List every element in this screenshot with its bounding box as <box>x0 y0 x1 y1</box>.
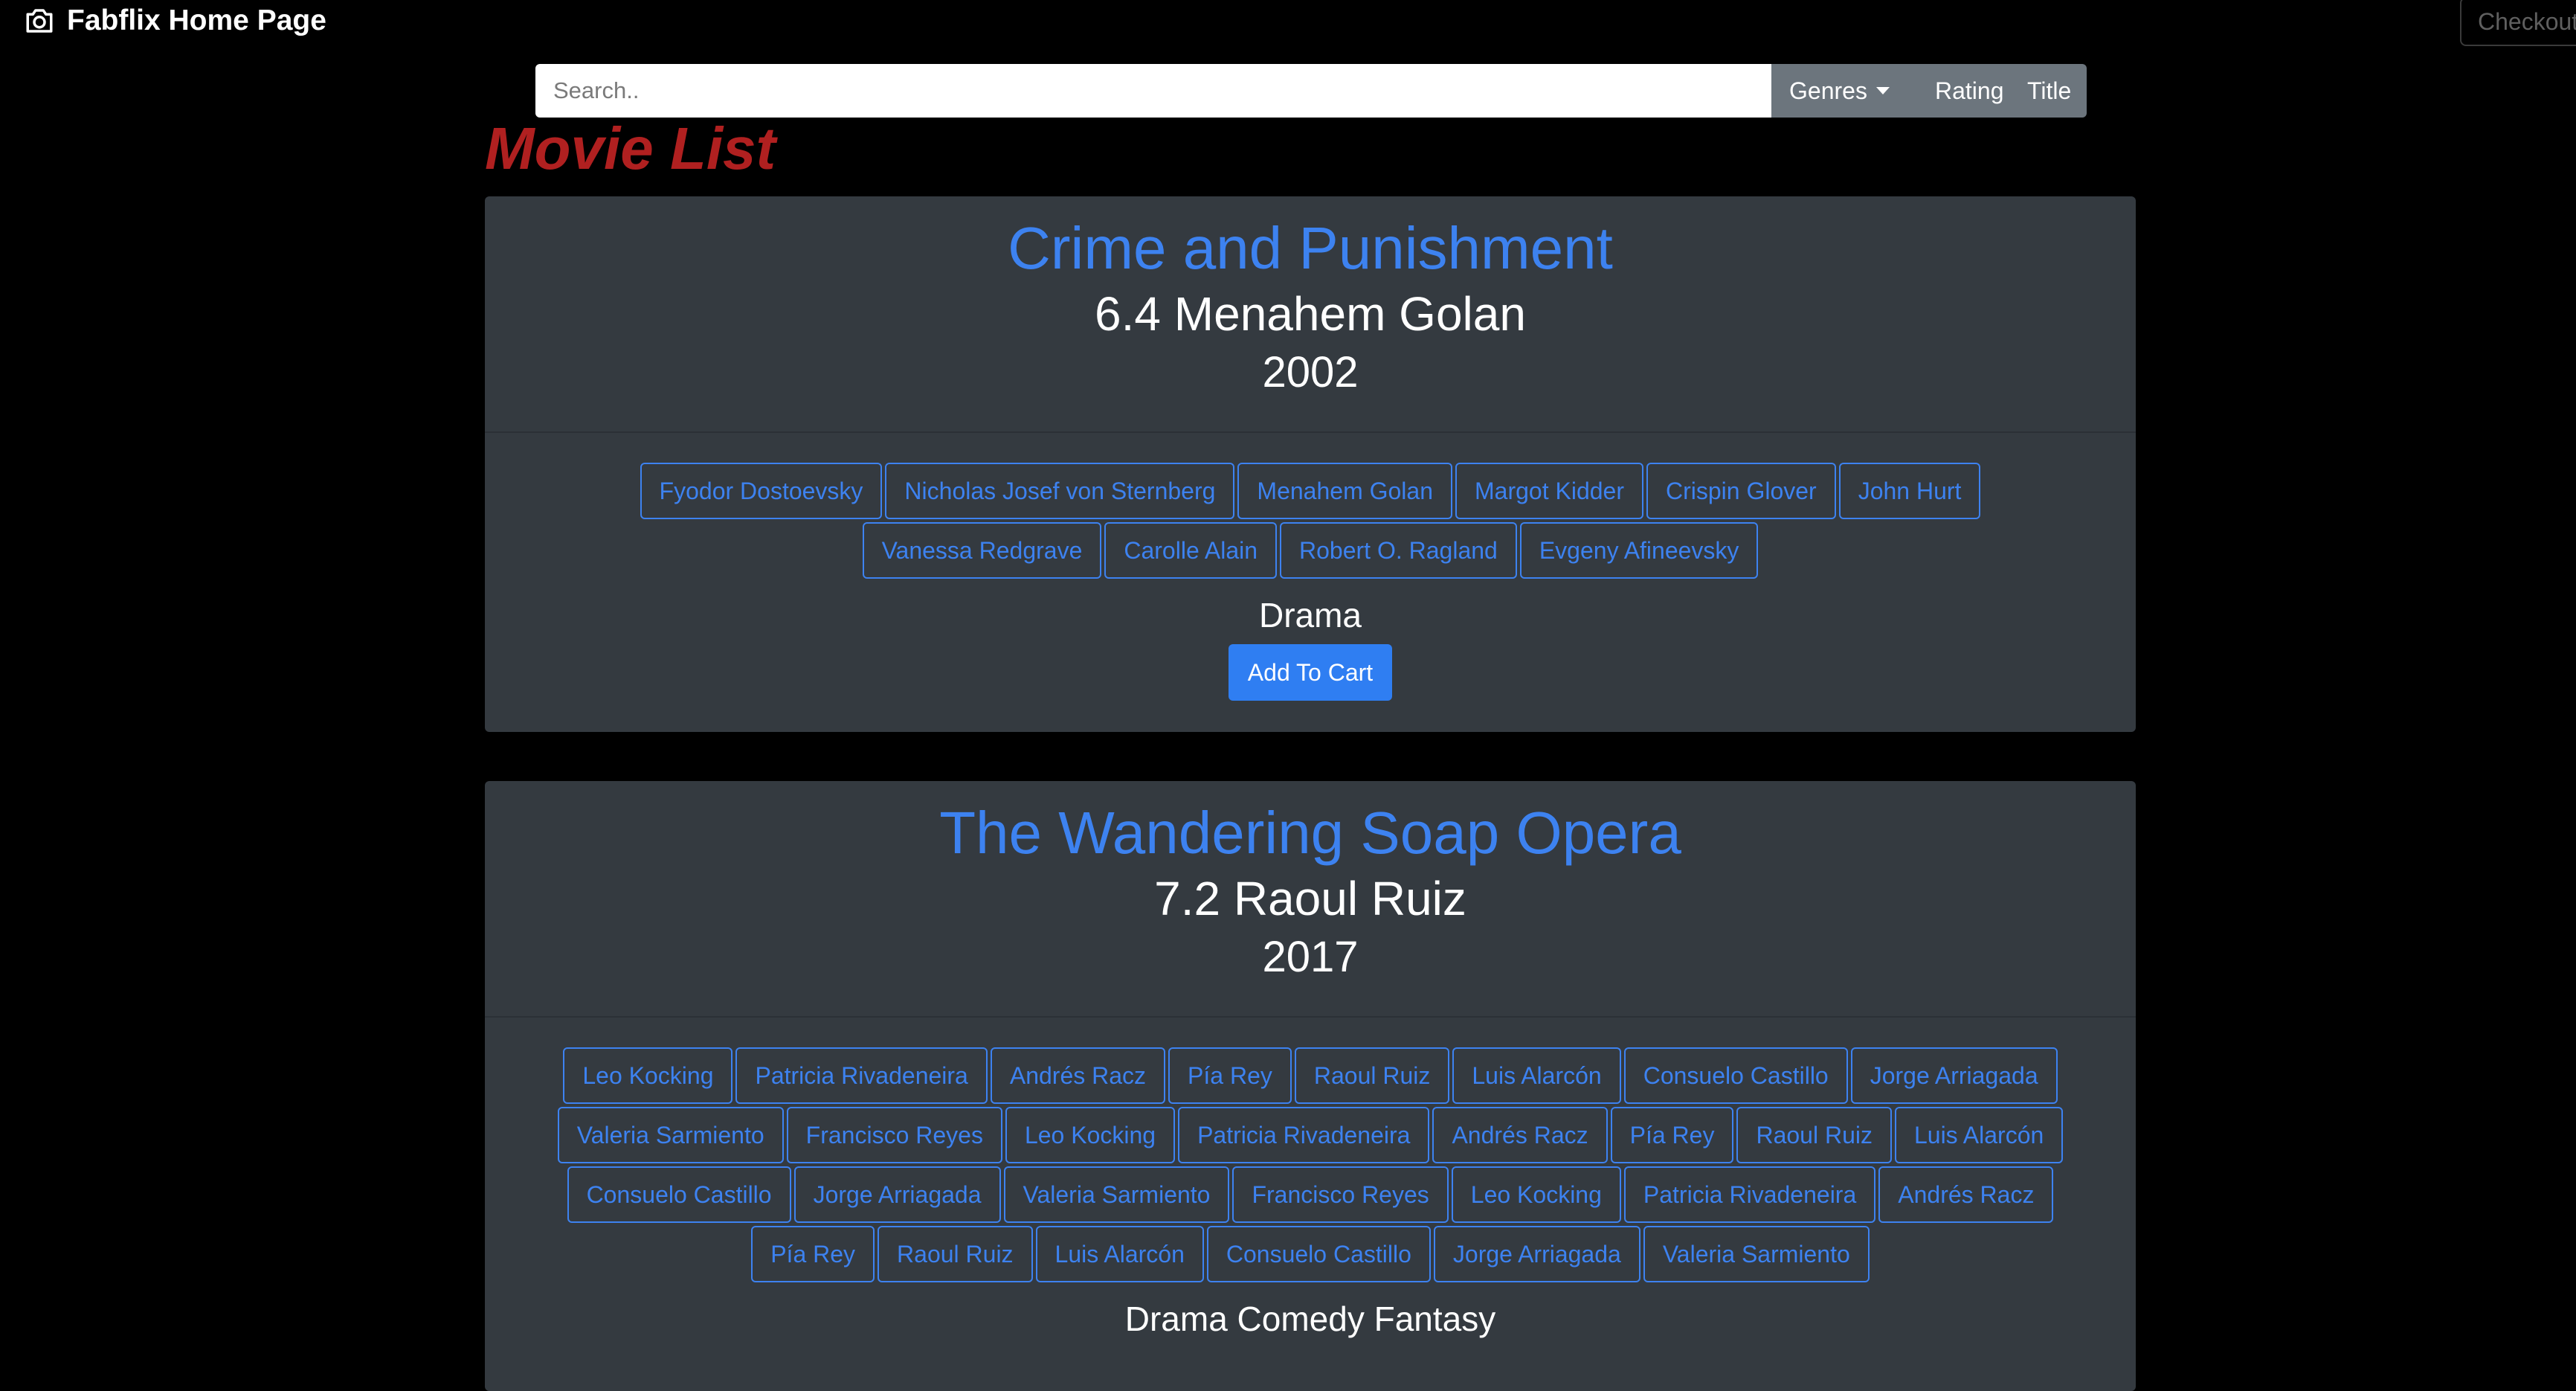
movie-year: 2002 <box>1262 348 1359 396</box>
star-button[interactable]: Nicholas Josef von Sternberg <box>885 463 1235 519</box>
star-button[interactable]: Valeria Sarmiento <box>557 1107 784 1163</box>
star-button[interactable]: Valeria Sarmiento <box>1003 1166 1230 1223</box>
brand-label: Fabflix Home Page <box>67 4 326 36</box>
movie-genres: Drama Comedy Fantasy <box>1124 1300 1496 1338</box>
rating-sort-button[interactable]: Rating <box>1920 64 2017 118</box>
star-button[interactable]: Raoul Ruiz <box>1294 1047 1450 1104</box>
page-title: Movie List <box>485 115 776 181</box>
brand-link[interactable]: Fabflix Home Page <box>24 4 326 37</box>
star-button[interactable]: Consuelo Castillo <box>567 1166 791 1223</box>
star-button[interactable]: Menahem Golan <box>1237 463 1452 519</box>
star-button[interactable]: Luis Alarcón <box>1894 1107 2064 1163</box>
movie-title-link[interactable]: The Wandering Soap Opera <box>485 781 2136 863</box>
star-button[interactable]: Jorge Arriagada <box>1850 1047 2058 1104</box>
star-button[interactable]: Margot Kidder <box>1455 463 1643 519</box>
movie-title-link[interactable]: Crime and Punishment <box>485 196 2136 278</box>
star-button[interactable]: Valeria Sarmiento <box>1643 1226 1870 1282</box>
star-button[interactable]: Pía Rey <box>751 1226 875 1282</box>
star-button[interactable]: Evgeny Afineevsky <box>1519 522 1759 579</box>
star-button[interactable]: Francisco Reyes <box>786 1107 1002 1163</box>
movie-year: 2017 <box>1262 933 1359 981</box>
navbar: Fabflix Home Page Checkout <box>0 0 2576 48</box>
star-button[interactable]: Carolle Alain <box>1104 522 1278 579</box>
star-button[interactable]: Patricia Rivadeneira <box>1178 1107 1430 1163</box>
star-list: Leo Kocking Patricia Rivadeneira Andrés Ra… <box>485 1047 2136 1282</box>
star-button[interactable]: Leo Kocking <box>1005 1107 1176 1163</box>
star-button[interactable]: Jorge Arriagada <box>793 1166 1001 1223</box>
star-button[interactable]: Crispin Glover <box>1646 463 1836 519</box>
star-list: Fyodor Dostoevsky Nicholas Josef von Ster… <box>485 463 2136 579</box>
movie-card-body: Fyodor Dostoevsky Nicholas Josef von Ster… <box>485 433 2136 701</box>
add-to-cart-button[interactable]: Add To Cart <box>1228 644 1393 701</box>
star-button[interactable]: Francisco Reyes <box>1232 1166 1449 1223</box>
movie-card-body: Leo Kocking Patricia Rivadeneira Andrés Ra… <box>485 1018 2136 1339</box>
star-button[interactable]: Fyodor Dostoevsky <box>640 463 883 519</box>
movie-card-header: Crime and Punishment 6.4 Menahem Golan 2… <box>485 196 2136 433</box>
genres-dropdown-button[interactable]: Genres <box>1771 64 1920 118</box>
star-button[interactable]: Pía Rey <box>1610 1107 1734 1163</box>
star-button[interactable]: Leo Kocking <box>563 1047 733 1104</box>
star-button[interactable]: Patricia Rivadeneira <box>1623 1166 1876 1223</box>
star-button[interactable]: Jorge Arriagada <box>1433 1226 1640 1282</box>
movie-rating-director: 6.4 Menahem Golan <box>1095 287 1526 341</box>
star-button[interactable]: John Hurt <box>1838 463 1981 519</box>
movie-rating-director: 7.2 Raoul Ruiz <box>1154 872 1466 925</box>
filter-button-group: Genres Rating Title <box>1771 64 2087 118</box>
movie-genres: Drama <box>1258 596 1362 635</box>
star-button[interactable]: Leo Kocking <box>1451 1166 1621 1223</box>
movie-card: Crime and Punishment 6.4 Menahem Golan 2… <box>485 196 2136 732</box>
star-button[interactable]: Consuelo Castillo <box>1206 1226 1431 1282</box>
genres-label: Genres <box>1789 77 1867 104</box>
star-button[interactable]: Pía Rey <box>1168 1047 1292 1104</box>
star-button[interactable]: Andrés Racz <box>1878 1166 2054 1223</box>
star-button[interactable]: Patricia Rivadeneira <box>735 1047 988 1104</box>
star-button[interactable]: Raoul Ruiz <box>1736 1107 1892 1163</box>
star-button[interactable]: Vanessa Redgrave <box>862 522 1102 579</box>
search-bar: Genres Rating Title <box>535 64 2087 118</box>
star-button[interactable]: Consuelo Castillo <box>1623 1047 1848 1104</box>
camera-icon <box>24 5 55 36</box>
movie-card-header: The Wandering Soap Opera 7.2 Raoul Ruiz … <box>485 781 2136 1018</box>
title-sort-button[interactable]: Title <box>2017 64 2087 118</box>
star-button[interactable]: Andrés Racz <box>1432 1107 1608 1163</box>
star-button[interactable]: Andrés Racz <box>990 1047 1166 1104</box>
search-input[interactable] <box>535 64 1771 118</box>
star-button[interactable]: Luis Alarcón <box>1452 1047 1621 1104</box>
movie-card: The Wandering Soap Opera 7.2 Raoul Ruiz … <box>485 781 2136 1391</box>
star-button[interactable]: Raoul Ruiz <box>878 1226 1033 1282</box>
checkout-button[interactable]: Checkout <box>2460 0 2576 46</box>
caret-down-icon <box>1875 87 1890 94</box>
star-button[interactable]: Luis Alarcón <box>1035 1226 1204 1282</box>
star-button[interactable]: Robert O. Ragland <box>1280 522 1517 579</box>
